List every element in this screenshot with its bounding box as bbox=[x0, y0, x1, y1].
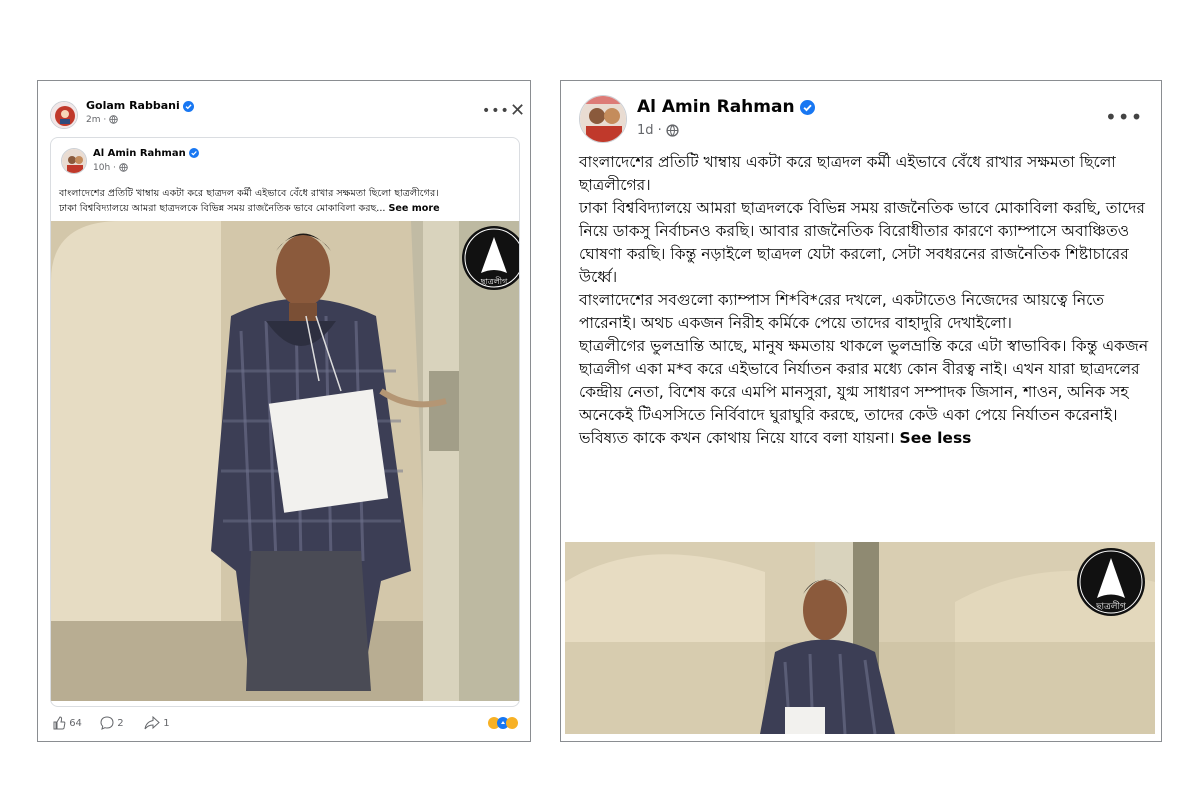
timestamp-text[interactable]: 2m bbox=[86, 115, 101, 125]
verified-badge-icon bbox=[183, 100, 195, 112]
post-photo[interactable]: ছাত্রলীগ bbox=[51, 221, 520, 701]
like-button[interactable]: 64 bbox=[52, 716, 82, 730]
share-icon bbox=[144, 716, 160, 730]
see-less-link[interactable]: See less bbox=[900, 429, 972, 447]
post-author-name[interactable]: Golam Rabbani bbox=[86, 99, 195, 112]
al-amin-rahman-avatar[interactable] bbox=[579, 95, 627, 143]
post-timestamp[interactable]: 1d · bbox=[637, 123, 679, 138]
comment-count: 2 bbox=[117, 718, 124, 729]
reaction-emoji-icons bbox=[488, 717, 518, 729]
verified-badge-icon bbox=[799, 99, 815, 115]
post-text: বাংলাদেশের প্রতিটি খাম্বায় একটা করে ছাত… bbox=[579, 151, 1149, 450]
post-paragraph: বাংলাদেশের সবগুলো ক্যাম্পাস শি*বি*রের দখ… bbox=[579, 291, 1105, 332]
shared-timestamp[interactable]: 10h · bbox=[93, 163, 128, 173]
globe-icon bbox=[666, 124, 679, 137]
author-name-text[interactable]: Al Amin Rahman bbox=[637, 97, 795, 117]
post-timestamp[interactable]: 2m · bbox=[86, 115, 118, 125]
reaction-bar: 64 2 1 bbox=[38, 709, 530, 739]
globe-icon bbox=[119, 163, 128, 172]
more-options-icon[interactable]: ••• bbox=[482, 103, 510, 119]
globe-icon bbox=[109, 115, 118, 124]
post-photo[interactable]: ছাত্রলীগ bbox=[565, 542, 1155, 734]
shared-post-text: বাংলাদেশের প্রতিটি খাম্বায় একটা করে ছাত… bbox=[59, 186, 509, 216]
shared-post-card[interactable]: Al Amin Rahman 10h · বাংলাদেশের প্রতিটি … bbox=[50, 137, 520, 707]
post-paragraph: ঢাকা বিশ্ববিদ্যালয়ে আমরা ছাত্রদলকে বিভি… bbox=[579, 199, 1145, 286]
reaction-emojis[interactable] bbox=[488, 716, 518, 733]
shared-timestamp-text[interactable]: 10h bbox=[93, 163, 110, 173]
shared-text-line1: বাংলাদেশের প্রতিটি খাম্বায় একটা করে ছাত… bbox=[59, 188, 439, 199]
see-more-link[interactable]: See more bbox=[389, 203, 440, 214]
shared-author-name[interactable]: Al Amin Rahman bbox=[93, 148, 199, 159]
timestamp-text[interactable]: 1d bbox=[637, 123, 654, 138]
post-paragraph: বাংলাদেশের প্রতিটি খাম্বায় একটা করে ছাত… bbox=[579, 153, 1116, 194]
shared-author-text[interactable]: Al Amin Rahman bbox=[93, 148, 186, 159]
right-post-panel: Al Amin Rahman 1d · ••• বাংলাদেশের প্রতি… bbox=[560, 80, 1162, 742]
shared-text-line2: ঢাকা বিশ্ববিদ্যালয়ে আমরা ছাত্রদলকে বিভি… bbox=[59, 203, 386, 214]
logo-text: ছাত্রলীগ bbox=[480, 276, 508, 286]
author-name-text[interactable]: Golam Rabbani bbox=[86, 99, 180, 112]
comment-button[interactable]: 2 bbox=[100, 716, 124, 730]
close-icon[interactable]: ✕ bbox=[510, 100, 525, 121]
al-amin-rahman-avatar[interactable] bbox=[61, 148, 87, 174]
comment-icon bbox=[100, 716, 114, 730]
like-count: 64 bbox=[69, 718, 82, 729]
thumbs-up-icon bbox=[53, 716, 66, 730]
post-last-line: ভবিষ্যত কাকে কখন কোথায় নিয়ে যাবে বলা য… bbox=[579, 429, 895, 447]
logo-text: ছাত্রলীগ bbox=[1095, 600, 1127, 612]
more-options-icon[interactable]: ••• bbox=[1105, 105, 1143, 129]
share-count: 1 bbox=[163, 718, 170, 729]
verified-badge-icon bbox=[188, 148, 199, 158]
left-post-panel: Golam Rabbani 2m · ••• ✕ Al Amin Rahman bbox=[37, 80, 531, 742]
post-author-name[interactable]: Al Amin Rahman bbox=[637, 97, 815, 117]
post-paragraph: ছাত্রলীগের ভুলভ্রান্তি আছে, মানুষ ক্ষমতা… bbox=[579, 337, 1149, 424]
share-button[interactable]: 1 bbox=[144, 716, 170, 730]
golam-rabbani-avatar[interactable] bbox=[50, 101, 78, 129]
